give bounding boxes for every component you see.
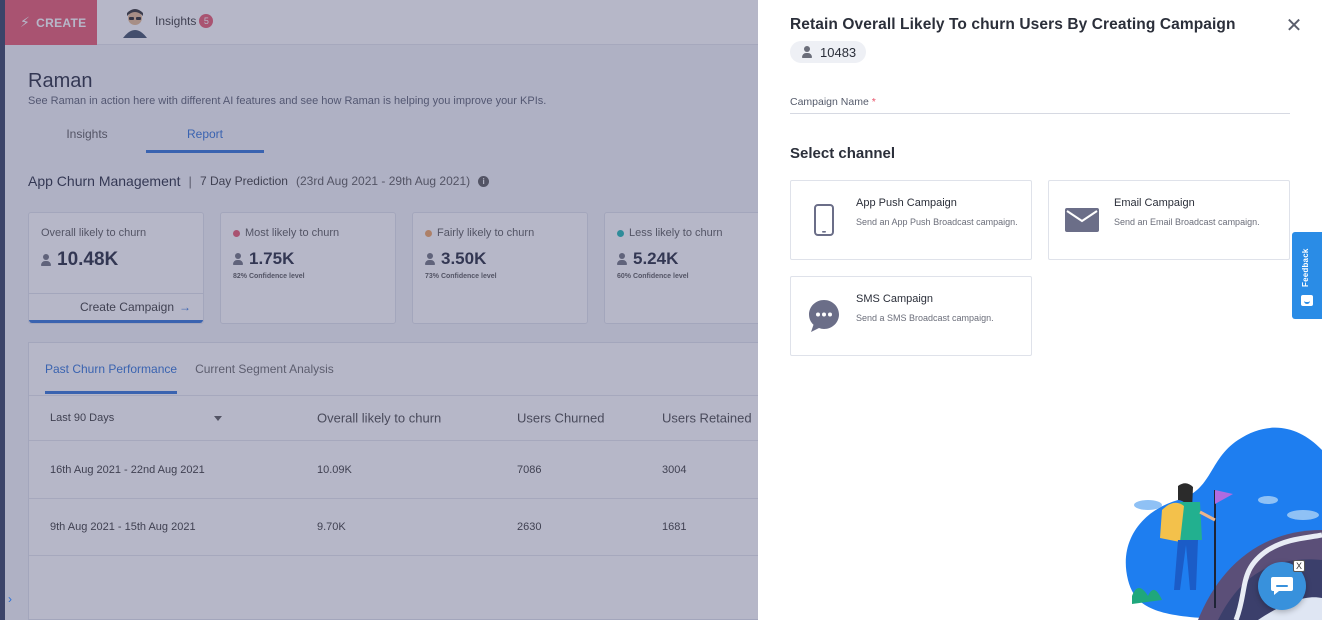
envelope-icon bbox=[1065, 203, 1099, 237]
channel-sms[interactable]: SMS Campaign Send a SMS Broadcast campai… bbox=[790, 276, 1032, 356]
modal-backdrop[interactable] bbox=[0, 0, 758, 620]
mobile-icon bbox=[807, 203, 841, 237]
channel-name: Email Campaign bbox=[1114, 197, 1195, 209]
feedback-label: Feedback bbox=[1301, 248, 1310, 287]
chat-bubble-icon bbox=[807, 299, 841, 333]
channel-description: Send an App Push Broadcast campaign. bbox=[856, 217, 1018, 227]
select-channel-heading: Select channel bbox=[790, 145, 896, 162]
channel-description: Send a SMS Broadcast campaign. bbox=[856, 313, 994, 323]
campaign-name-input[interactable] bbox=[790, 95, 1290, 114]
chat-close-button[interactable]: X bbox=[1293, 560, 1305, 572]
user-count: 10483 bbox=[820, 44, 857, 60]
user-count-pill: 10483 bbox=[790, 41, 867, 63]
drawer-title: Retain Overall Likely To churn Users By … bbox=[790, 16, 1236, 33]
channel-email[interactable]: Email Campaign Send an Email Broadcast c… bbox=[1048, 180, 1290, 260]
person-icon bbox=[802, 46, 812, 58]
chevron-right-icon[interactable]: › bbox=[8, 592, 12, 606]
channel-name: SMS Campaign bbox=[856, 293, 934, 305]
channel-name: App Push Campaign bbox=[856, 197, 957, 209]
channel-description: Send an Email Broadcast campaign. bbox=[1114, 217, 1260, 227]
smile-icon bbox=[1301, 295, 1313, 306]
chat-icon bbox=[1271, 577, 1293, 595]
feedback-tab[interactable]: Feedback bbox=[1292, 232, 1322, 319]
channel-app-push[interactable]: App Push Campaign Send an App Push Broad… bbox=[790, 180, 1032, 260]
close-icon[interactable]: ✕ bbox=[1284, 16, 1304, 36]
